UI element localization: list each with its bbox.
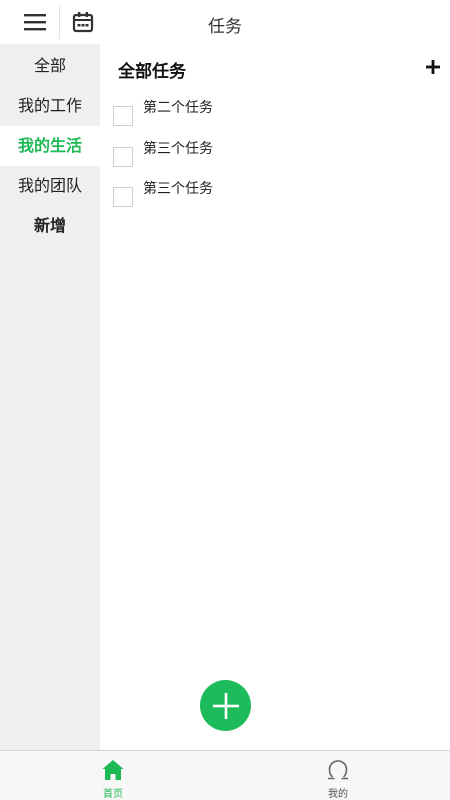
plus-icon <box>212 692 239 719</box>
task-label: 第三个任务 <box>143 181 213 197</box>
page-title: 任务 <box>208 17 242 37</box>
add-floating-button[interactable] <box>200 680 251 731</box>
task-list-panel: 全部任务 第二个任务 第三个任务 第三个任务 <box>100 44 450 750</box>
sidebar-item-team[interactable]: 我的团队 <box>0 166 100 206</box>
task-checkbox[interactable] <box>113 187 133 207</box>
task-item[interactable]: 第三个任务 <box>113 139 433 167</box>
profile-icon <box>328 760 348 780</box>
menu-button[interactable] <box>14 10 56 34</box>
sidebar-item-all[interactable]: 全部 <box>0 46 100 86</box>
sidebar-item-life[interactable]: 我的生活 <box>0 126 100 166</box>
calendar-icon <box>72 12 94 33</box>
task-label: 第三个任务 <box>143 141 213 157</box>
top-header: 任务 <box>0 0 450 44</box>
task-checkbox[interactable] <box>113 106 133 126</box>
tab-profile[interactable]: 我的 <box>298 751 378 800</box>
sidebar-item-work[interactable]: 我的工作 <box>0 86 100 126</box>
task-item[interactable]: 第三个任务 <box>113 179 433 207</box>
home-icon <box>102 760 124 780</box>
hamburger-menu-icon <box>24 14 46 31</box>
task-label: 第二个任务 <box>143 100 213 116</box>
sidebar-item-add-new[interactable]: 新增 <box>0 206 100 246</box>
add-task-button[interactable] <box>422 56 444 78</box>
tab-home[interactable]: 首页 <box>73 751 153 800</box>
header-divider <box>59 5 60 39</box>
bottom-tab-bar: 首页 我的 <box>0 750 450 800</box>
tab-label: 我的 <box>328 789 348 800</box>
calendar-button[interactable] <box>68 8 98 36</box>
plus-icon <box>426 60 440 74</box>
category-sidebar: 全部 我的工作 我的生活 我的团队 新增 <box>0 44 100 750</box>
section-title: 全部任务 <box>118 62 186 82</box>
tab-label: 首页 <box>103 789 123 800</box>
task-item[interactable]: 第二个任务 <box>113 98 433 126</box>
task-checkbox[interactable] <box>113 147 133 167</box>
